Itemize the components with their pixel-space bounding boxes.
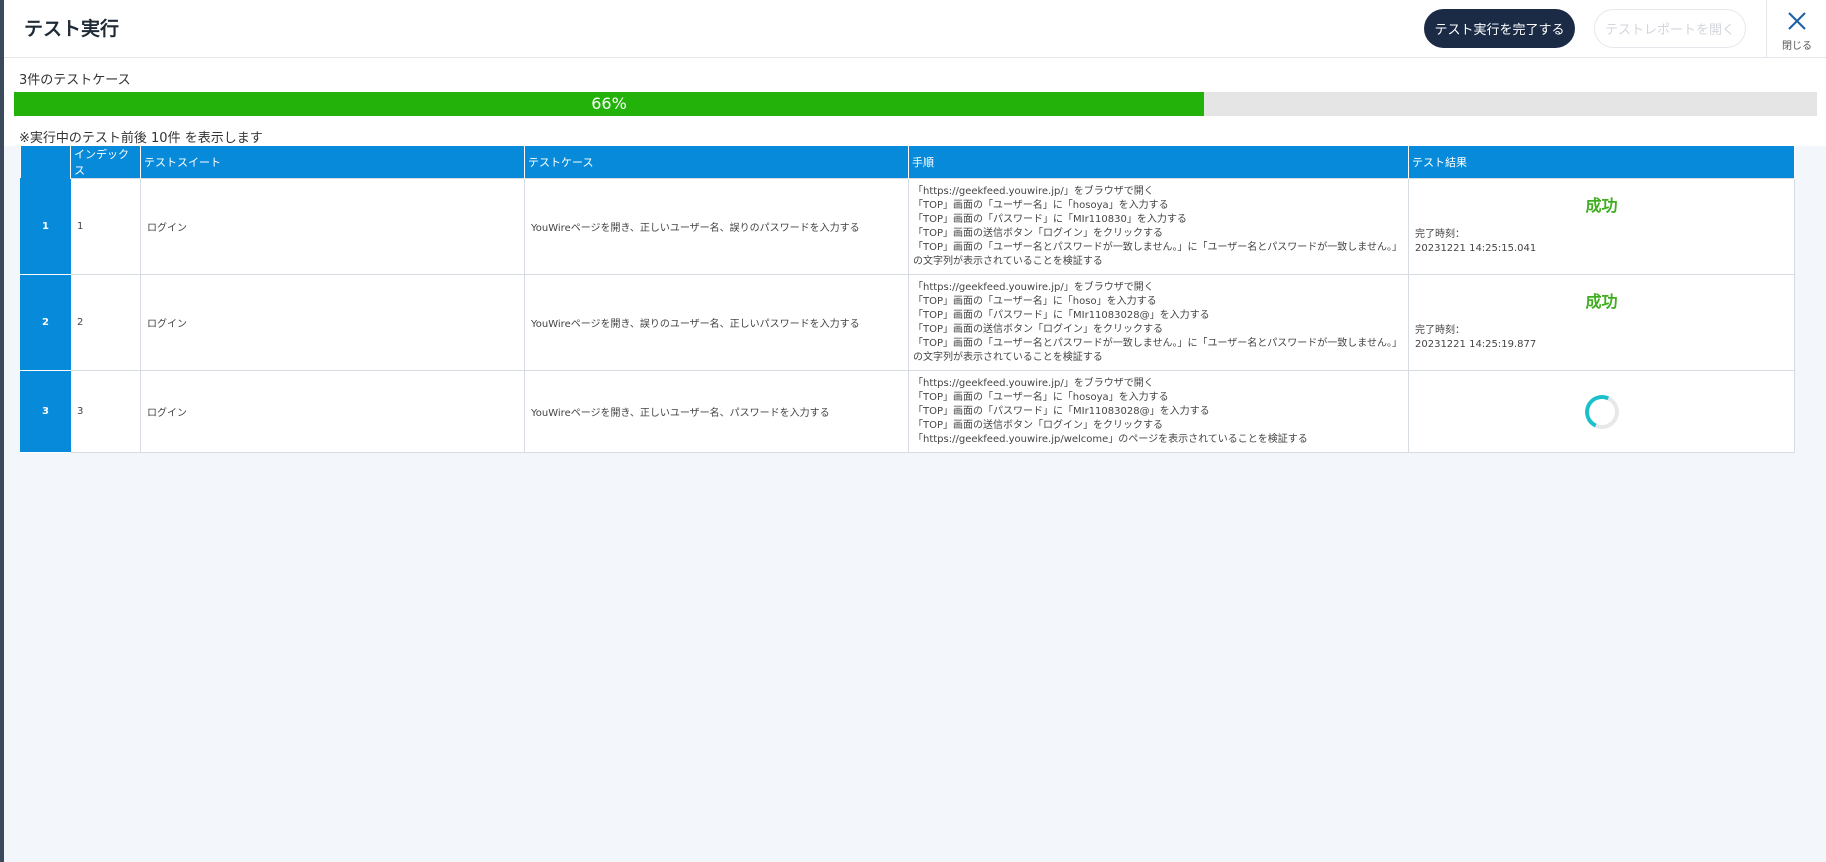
row-index: 3: [70, 370, 141, 453]
result-status: 成功: [1585, 291, 1618, 311]
step-line: 「TOP」画面の「パスワード」に「MIr110830」を入力する: [913, 213, 1187, 225]
row-steps: 「https://geekfeed.youwire.jp/」をブラウザで開く 「…: [908, 370, 1409, 453]
row-suite: ログイン: [140, 274, 525, 371]
row-suite: ログイン: [140, 370, 525, 453]
row-number: 1: [20, 178, 71, 275]
close-icon: [1788, 12, 1806, 30]
page-header: テスト実行 テスト実行を完了する テストレポートを開く 閉じる: [4, 0, 1826, 58]
column-header-case: テストケース: [524, 146, 909, 179]
step-line: 「TOP」画面の「ユーザー名」に「hoso」を入力する: [913, 295, 1157, 307]
row-index: 2: [70, 274, 141, 371]
row-case: YouWireページを開き、誤りのユーザー名、正しいパスワードを入力する: [524, 274, 909, 371]
table-row[interactable]: 2 2 ログイン YouWireページを開き、誤りのユーザー名、正しいパスワード…: [20, 274, 1795, 371]
row-result: [1408, 370, 1795, 453]
result-status: 成功: [1585, 195, 1618, 215]
column-header-rownum: [20, 146, 71, 179]
complete-test-run-button[interactable]: テスト実行を完了する: [1424, 9, 1575, 48]
completed-time-label: 完了時刻：: [1415, 324, 1465, 336]
step-line: 「TOP」画面の送信ボタン「ログイン」をクリックする: [913, 227, 1164, 239]
test-case-count: 3件のテストケース: [19, 73, 131, 88]
close-label: 閉じる: [1782, 41, 1812, 52]
completed-time: 20231221 14:25:19.877: [1415, 338, 1537, 350]
step-line: 「TOP」画面の「ユーザー名とパスワードが一致しません。」に「ユーザー名とパスワ…: [913, 337, 1403, 363]
display-note: ※実行中のテスト前後 10件 を表示します: [19, 131, 263, 146]
step-line: 「TOP」画面の送信ボタン「ログイン」をクリックする: [913, 323, 1164, 335]
completed-time-label: 完了時刻：: [1415, 228, 1465, 240]
step-line: 「TOP」画面の送信ボタン「ログイン」をクリックする: [913, 419, 1164, 431]
column-header-suite: テストスイート: [140, 146, 525, 179]
table-row[interactable]: 1 1 ログイン YouWireページを開き、正しいユーザー名、誤りのパスワード…: [20, 178, 1795, 275]
row-case: YouWireページを開き、正しいユーザー名、誤りのパスワードを入力する: [524, 178, 909, 275]
completed-time: 20231221 14:25:15.041: [1415, 242, 1537, 254]
step-line: 「https://geekfeed.youwire.jp/」をブラウザで開く: [913, 377, 1154, 389]
step-line: 「TOP」画面の「ユーザー名」に「hosoya」を入力する: [913, 391, 1169, 403]
step-line: 「TOP」画面の「パスワード」に「MIr11083028@」を入力する: [913, 309, 1210, 321]
column-header-steps: 手順: [908, 146, 1409, 179]
summary-panel: 3件のテストケース 66% ※実行中のテスト前後 10件 を表示します: [4, 58, 1826, 146]
step-line: 「https://geekfeed.youwire.jp/」をブラウザで開く: [913, 281, 1154, 293]
page-title: テスト実行: [24, 18, 120, 40]
row-number: 3: [20, 370, 71, 453]
row-suite: ログイン: [140, 178, 525, 275]
step-line: 「https://geekfeed.youwire.jp/」をブラウザで開く: [913, 185, 1154, 197]
close-button[interactable]: 閉じる: [1766, 0, 1826, 58]
row-steps: 「https://geekfeed.youwire.jp/」をブラウザで開く 「…: [908, 178, 1409, 275]
row-result: 成功 完了時刻： 20231221 14:25:15.041: [1408, 178, 1795, 275]
row-result: 成功 完了時刻： 20231221 14:25:19.877: [1408, 274, 1795, 371]
row-number: 2: [20, 274, 71, 371]
column-header-result: テスト結果: [1408, 146, 1795, 179]
table-header-row: インデックス テストスイート テストケース 手順 テスト結果: [20, 146, 1795, 179]
table-row[interactable]: 3 3 ログイン YouWireページを開き、正しいユーザー名、パスワードを入力…: [20, 370, 1795, 453]
test-run-table: インデックス テストスイート テストケース 手順 テスト結果 1 1 ログイン …: [20, 146, 1795, 453]
progress-label: 66%: [591, 94, 627, 113]
row-case: YouWireページを開き、正しいユーザー名、パスワードを入力する: [524, 370, 909, 453]
row-steps: 「https://geekfeed.youwire.jp/」をブラウザで開く 「…: [908, 274, 1409, 371]
open-test-report-button[interactable]: テストレポートを開く: [1594, 9, 1746, 48]
column-header-index: インデックス: [70, 146, 141, 179]
loading-spinner-icon: [1579, 389, 1624, 434]
step-line: 「TOP」画面の「ユーザー名とパスワードが一致しません。」に「ユーザー名とパスワ…: [913, 241, 1403, 267]
step-line: 「https://geekfeed.youwire.jp/welcome」のペー…: [913, 433, 1308, 445]
row-index: 1: [70, 178, 141, 275]
progress-bar: 66%: [14, 92, 1817, 116]
step-line: 「TOP」画面の「パスワード」に「MIr11083028@」を入力する: [913, 405, 1210, 417]
step-line: 「TOP」画面の「ユーザー名」に「hosoya」を入力する: [913, 199, 1169, 211]
